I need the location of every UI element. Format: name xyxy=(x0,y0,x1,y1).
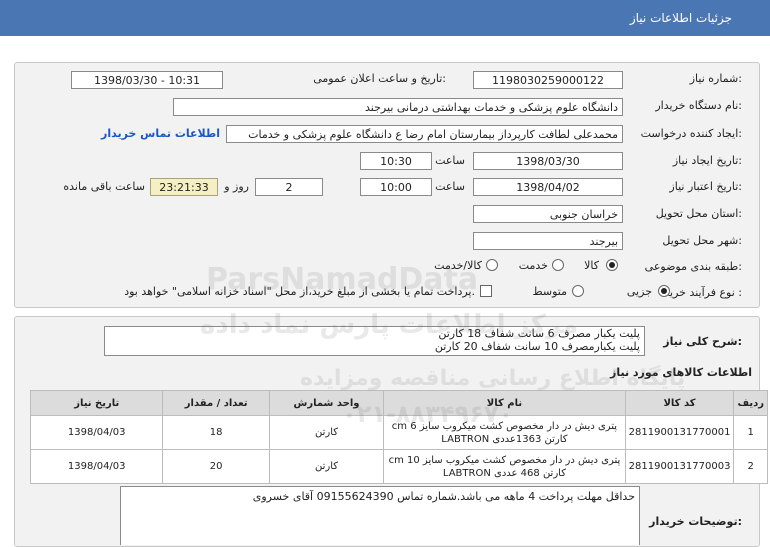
item-name: پتری دیش در دار مخصوص کشت میکروب سایز cm… xyxy=(383,415,626,450)
item-date: 1398/04/03 xyxy=(29,449,164,484)
created-time-label: ساعت xyxy=(435,154,465,167)
city-label: شهر محل تحویل: xyxy=(662,234,742,247)
validity-time-field[interactable]: 10:00 xyxy=(360,178,432,196)
notes-box: حداقل مهلت پرداخت 4 ماهه می باشد.شماره ت… xyxy=(120,486,640,545)
col-name: نام کالا xyxy=(383,390,626,416)
validity-date-field[interactable]: 1398/04/02 xyxy=(473,178,623,196)
item-qty: 20 xyxy=(162,449,270,484)
col-code: کد کالا xyxy=(624,390,735,416)
province-label: استان محل تحویل: xyxy=(655,207,742,220)
page-title: جزئیات اطلاعات نیاز xyxy=(629,11,732,25)
need-number-field[interactable]: 1198030259000122 xyxy=(473,71,623,89)
category-radio-goods[interactable] xyxy=(606,259,618,271)
category-radio-goods-service[interactable] xyxy=(486,259,498,271)
notes-label: توضیحات خریدار: xyxy=(649,515,742,528)
treasury-payment-note: پرداخت تمام یا بخشی از مبلغ خرید،از محل … xyxy=(124,285,475,298)
col-date: تاریخ نیاز xyxy=(29,390,164,416)
col-unit: واحد شمارش xyxy=(268,390,385,416)
summary-box: پلیت یکبار مصرف 6 سانت شفاف 18 کارتن پلی… xyxy=(104,326,645,356)
row-number: 1 xyxy=(733,415,768,450)
item-name: پتری دیش در دار مخصوص کشت میکروب سایز cm… xyxy=(383,449,626,484)
announce-date-field[interactable]: 1398/03/30 - 10:31 xyxy=(71,71,223,89)
items-section-title: اطلاعات کالاهای مورد نیاز xyxy=(610,366,752,379)
days-label: روز و xyxy=(224,180,249,193)
summary-label: شرح کلی نیاز: xyxy=(663,335,742,348)
page-header: جزئیات اطلاعات نیاز xyxy=(0,0,770,36)
col-qty: تعداد / مقدار xyxy=(162,390,270,416)
province-field[interactable]: خراسان جنوبی xyxy=(473,205,623,223)
need-number-label: شماره نیاز: xyxy=(689,72,742,85)
item-unit: کارتن xyxy=(268,449,385,484)
process-radio-minor[interactable] xyxy=(658,285,670,297)
summary-line-2: پلیت یکبارمصرف 10 سانت شفاف 20 کارتن xyxy=(434,340,640,353)
process-option-medium: متوسط xyxy=(532,285,567,298)
created-date-label: تاریخ ایجاد نیاز: xyxy=(672,154,742,167)
validity-time-label: ساعت xyxy=(435,180,465,193)
items-table-header: ردیف کد کالا نام کالا واحد شمارش تعداد /… xyxy=(29,390,768,416)
created-date-field[interactable]: 1398/03/30 xyxy=(473,152,623,170)
buyer-field[interactable]: دانشگاه علوم پزشکی و خدمات بهداشتی درمان… xyxy=(173,98,623,116)
city-field[interactable]: بیرجند xyxy=(473,232,623,250)
created-time-field[interactable]: 10:30 xyxy=(360,152,432,170)
announce-date-label: تاریخ و ساعت اعلان عمومی: xyxy=(313,72,446,85)
remaining-days-field[interactable]: 2 xyxy=(255,178,323,196)
requester-label: ایجاد کننده درخواست: xyxy=(640,127,742,140)
category-option-goods-service: کالا/خدمت xyxy=(434,259,482,272)
col-row: ردیف xyxy=(733,390,768,416)
buyer-contact-link[interactable]: اطلاعات تماس خریدار xyxy=(101,127,220,140)
item-qty: 18 xyxy=(162,415,270,450)
category-label: طبقه بندی موضوعی: xyxy=(644,260,742,273)
item-unit: کارتن xyxy=(268,415,385,450)
items-table: ردیف کد کالا نام کالا واحد شمارش تعداد /… xyxy=(29,390,768,484)
validity-date-label: تاریخ اعتبار نیاز: xyxy=(669,180,742,193)
item-code: 2811900131770003 xyxy=(624,449,735,484)
remaining-time-field: 23:21:33 xyxy=(150,178,218,196)
treasury-payment-checkbox[interactable] xyxy=(480,285,492,297)
category-option-service: خدمت xyxy=(518,259,548,272)
item-date: 1398/04/03 xyxy=(29,415,164,450)
process-radio-medium[interactable] xyxy=(572,285,584,297)
requester-field[interactable]: محمدعلی لطافت کارپرداز بیمارستان امام رض… xyxy=(226,125,623,143)
item-code: 2811900131770001 xyxy=(624,415,735,450)
row-number: 2 xyxy=(733,449,768,484)
process-option-minor: جزیی xyxy=(626,285,652,298)
process-label: نوع فرآیند خرید : xyxy=(664,286,742,299)
category-radio-service[interactable] xyxy=(552,259,564,271)
remaining-time-label: ساعت باقی مانده xyxy=(63,180,145,193)
summary-line-1: پلیت یکبار مصرف 6 سانت شفاف 18 کارتن xyxy=(438,327,640,340)
table-row: 2 2811900131770003 پتری دیش در دار مخصوص… xyxy=(29,449,768,484)
table-row: 1 2811900131770001 پتری دیش در دار مخصوص… xyxy=(29,415,768,450)
buyer-label: نام دستگاه خریدار: xyxy=(655,99,742,112)
category-option-goods: کالا xyxy=(584,259,599,272)
